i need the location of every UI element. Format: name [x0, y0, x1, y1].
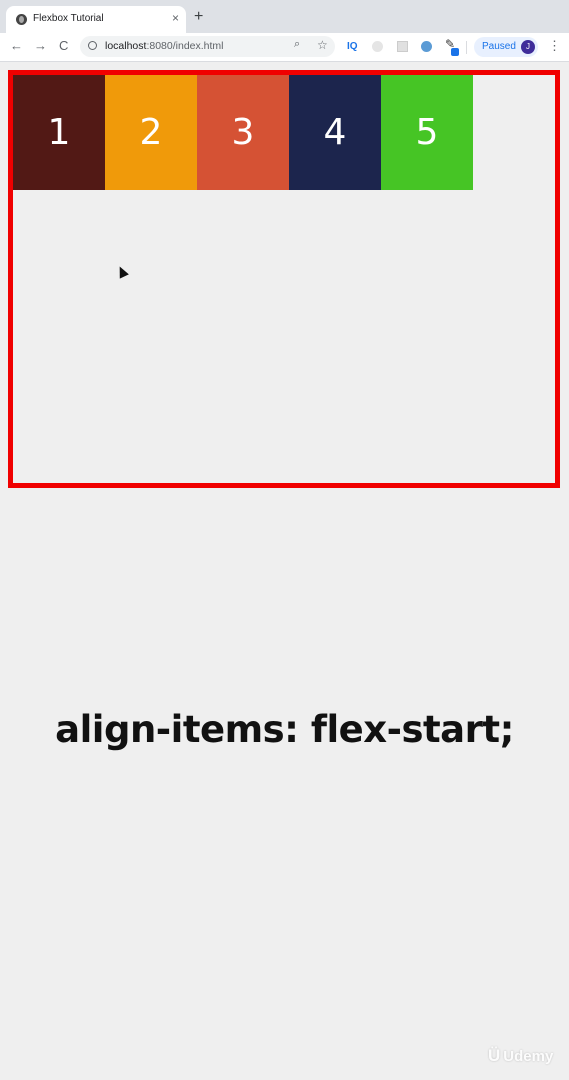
url-text[interactable]: localhost:8080/index.html — [105, 40, 224, 52]
box-extension-icon[interactable] — [397, 41, 408, 52]
address-bar[interactable]: localhost:8080/index.html ⌕ ☆ — [80, 36, 335, 57]
reload-button[interactable]: C — [59, 38, 68, 54]
new-tab-button[interactable]: + — [194, 9, 203, 25]
pen-extension-icon[interactable]: ✎ — [445, 38, 459, 56]
browser-toolbar: ← → C localhost:8080/index.html ⌕ ☆ IQ ✎… — [0, 33, 569, 62]
flex-item-1: 1 — [13, 75, 105, 190]
udemy-watermark: Ü Udemy — [488, 1046, 553, 1066]
bookmark-star-icon[interactable]: ☆ — [317, 38, 328, 52]
watermark-text: Udemy — [503, 1048, 554, 1065]
tab-flexbox-tutorial[interactable]: Flexbox Tutorial × — [6, 6, 186, 33]
globe-icon — [16, 14, 27, 25]
face-extension-icon[interactable] — [372, 41, 383, 52]
udemy-logo-icon: Ü — [488, 1046, 501, 1065]
leaf-extension-icon[interactable] — [421, 41, 432, 52]
flex-item-4: 4 — [289, 75, 381, 190]
tab-strip: Flexbox Tutorial × + — [0, 0, 569, 33]
avatar: J — [521, 40, 535, 54]
flex-item-3: 3 — [197, 75, 289, 190]
profile-button[interactable]: Paused J — [474, 37, 538, 57]
url-host: localhost — [105, 40, 147, 52]
flex-item-5: 5 — [381, 75, 473, 190]
info-icon[interactable] — [88, 41, 97, 50]
badge-icon — [451, 48, 459, 56]
menu-icon[interactable]: ⋮ — [548, 39, 561, 53]
back-button[interactable]: ← — [10, 38, 23, 54]
forward-button[interactable]: → — [34, 38, 47, 54]
caption: align-items: flex-start; — [55, 708, 514, 751]
flex-item-2: 2 — [105, 75, 197, 190]
zoom-icon[interactable]: ⌕ — [294, 38, 300, 51]
flex-container: 12345 — [8, 70, 560, 488]
close-tab-icon[interactable]: × — [172, 12, 179, 24]
tab-title: Flexbox Tutorial — [33, 13, 104, 24]
profile-status: Paused — [482, 41, 516, 52]
toolbar-separator — [466, 41, 467, 54]
url-path: :8080/index.html — [146, 40, 224, 52]
iq-extension-icon[interactable]: IQ — [347, 41, 358, 53]
